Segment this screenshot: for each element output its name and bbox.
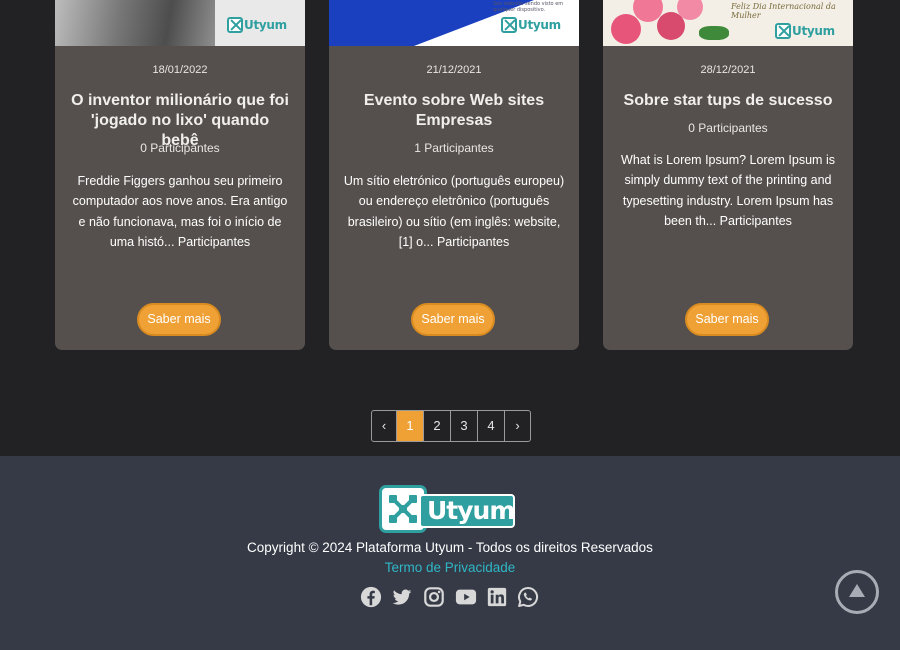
- thumbnail-caption: Feliz Dia Internacional da Mulher: [731, 2, 836, 20]
- footer-logo-wordmark: Utyum: [419, 494, 515, 528]
- card-title: Sobre star tups de sucesso: [623, 92, 833, 109]
- privacy-link[interactable]: Termo de Privacidade: [0, 560, 900, 575]
- thumbnail-rose: [611, 14, 641, 44]
- event-card: Seu website sendo visto em qualquer disp…: [329, 0, 579, 350]
- card-thumbnail[interactable]: Feliz Dia Internacional da Mulher Utyum: [603, 0, 853, 46]
- thumbnail-caption: Seu website sendo visto em qualquer disp…: [493, 1, 564, 13]
- card-excerpt: Um sítio eletrónico (português europeu) …: [343, 174, 565, 250]
- thumbnail-logo: Utyum: [501, 16, 561, 34]
- facebook-icon[interactable]: [360, 586, 382, 610]
- youtube-icon[interactable]: [454, 586, 478, 610]
- pagination: ‹ 1 2 3 4 ›: [371, 410, 531, 442]
- card-participants: 1 Participantes: [414, 141, 494, 155]
- pagination-page-1[interactable]: 1: [397, 411, 424, 441]
- card-date: 28/12/2021: [700, 64, 756, 76]
- pagination-prev[interactable]: ‹: [372, 411, 397, 441]
- footer: Utyum Copyright © 2024 Plataforma Utyum …: [0, 456, 900, 650]
- thumbnail-logo-text: Utyum: [792, 24, 835, 38]
- card-participants: 0 Participantes: [688, 121, 768, 135]
- back-to-top-icon[interactable]: [835, 570, 879, 614]
- pagination-page-3[interactable]: 3: [451, 411, 478, 441]
- footer-logo[interactable]: Utyum: [379, 485, 515, 533]
- card-participants: 0 Participantes: [140, 141, 220, 155]
- saber-mais-button[interactable]: Saber mais: [137, 303, 221, 336]
- thumbnail-photo: [55, 0, 215, 46]
- saber-mais-button[interactable]: Saber mais: [685, 303, 769, 336]
- twitter-icon[interactable]: [391, 586, 413, 610]
- pagination-next[interactable]: ›: [505, 411, 530, 441]
- instagram-icon[interactable]: [423, 586, 445, 610]
- utyum-mark-icon: [775, 23, 791, 39]
- pagination-page-4[interactable]: 4: [478, 411, 505, 441]
- thumbnail-logo: Utyum: [775, 22, 835, 40]
- footer-logo-text: Utyum: [427, 496, 515, 525]
- card-date: 21/12/2021: [426, 64, 482, 76]
- utyum-mark-icon: [227, 17, 243, 33]
- card-excerpt: Freddie Figgers ganhou seu primeiro comp…: [72, 174, 288, 250]
- thumbnail-leaves: [699, 26, 729, 40]
- thumbnail-logo: Utyum: [227, 16, 287, 34]
- linkedin-icon[interactable]: [486, 586, 508, 610]
- social-links: [360, 586, 540, 610]
- thumbnail-blue-band: [329, 0, 414, 46]
- thumbnail-logo-text: Utyum: [518, 18, 561, 32]
- event-card: Utyum 18/01/2022 O inventor milionário q…: [55, 0, 305, 350]
- utyum-mark-icon: [501, 17, 517, 33]
- card-excerpt: What is Lorem Ipsum? Lorem Ipsum is simp…: [621, 153, 835, 229]
- card-date: 18/01/2022: [152, 64, 208, 76]
- thumbnail-logo-text: Utyum: [244, 18, 287, 32]
- saber-mais-button[interactable]: Saber mais: [411, 303, 495, 336]
- card-thumbnail[interactable]: Utyum: [55, 0, 305, 46]
- pagination-page-2[interactable]: 2: [424, 411, 451, 441]
- whatsapp-icon[interactable]: [517, 586, 539, 610]
- event-card: Feliz Dia Internacional da Mulher Utyum …: [603, 0, 853, 350]
- card-thumbnail[interactable]: Seu website sendo visto em qualquer disp…: [329, 0, 579, 46]
- card-title: Evento sobre Web sites Empresas: [363, 92, 545, 129]
- cards-section: Utyum 18/01/2022 O inventor milionário q…: [0, 0, 900, 456]
- copyright-text: Copyright © 2024 Plataforma Utyum - Todo…: [247, 540, 653, 555]
- thumbnail-rose: [677, 0, 703, 20]
